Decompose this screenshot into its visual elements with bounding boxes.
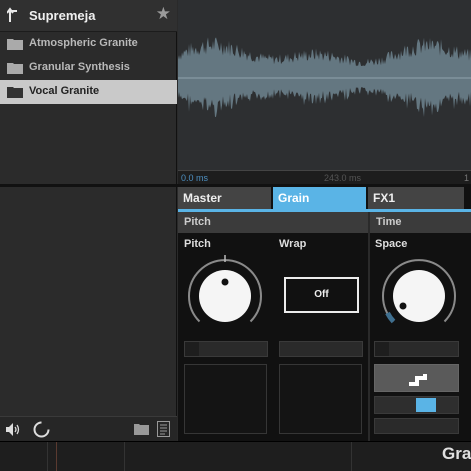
fx-slider[interactable]: [374, 396, 459, 414]
pitch-mod-slot-segment: [185, 342, 199, 356]
section-header-time: Time: [370, 212, 471, 233]
folder-item-label: Atmospheric Granite: [29, 37, 138, 49]
pitch-knob-label: Pitch: [184, 238, 211, 250]
folder-icon: [7, 39, 23, 50]
file-icon[interactable]: [157, 421, 170, 437]
wrap-mod-slot[interactable]: [279, 341, 363, 357]
bottom-title: Gra: [442, 444, 471, 463]
wrap-label: Wrap: [279, 238, 307, 250]
knob-graphic: [188, 255, 262, 323]
tab-fx1[interactable]: FX1: [368, 187, 464, 209]
waveform-display[interactable]: [178, 0, 471, 170]
tab-bar: Master Grain FX1: [178, 187, 471, 211]
time-start-label: 0.0 ms: [181, 173, 209, 183]
strip-divider: [124, 442, 125, 471]
waveform-shape: [178, 37, 471, 117]
folder-item-vocal-granite[interactable]: Vocal Granite: [0, 80, 177, 104]
fx-bottom-slot[interactable]: [374, 418, 459, 434]
space-mod-slot-segment: [375, 342, 389, 356]
wrap-pad[interactable]: [279, 364, 362, 434]
wrap-toggle-button[interactable]: Off: [284, 277, 359, 313]
strip-divider: [351, 442, 352, 471]
folder-icon: [7, 63, 23, 74]
pitch-knob[interactable]: [181, 252, 269, 340]
folder-item-atmospheric-granite[interactable]: Atmospheric Granite: [0, 32, 177, 56]
speaker-icon[interactable]: [6, 422, 22, 437]
time-mid-label: 243.0 ms: [324, 173, 362, 183]
fx-slider-thumb[interactable]: [416, 398, 436, 412]
folder-item-granular-synthesis[interactable]: Granular Synthesis: [0, 56, 177, 80]
folder-item-label: Granular Synthesis: [29, 61, 130, 73]
space-knob[interactable]: [375, 252, 463, 340]
preset-browser: Supremeja ★ Atmospheric Granite Granular…: [0, 0, 177, 441]
space-knob-label: Space: [375, 238, 408, 250]
fx-shape-button[interactable]: [374, 364, 459, 392]
tab-grain[interactable]: Grain: [273, 187, 366, 209]
browser-title: Supremeja: [29, 8, 96, 23]
strip-divider: [47, 442, 48, 471]
pitch-section: Pitch Pitch Wrap Off: [178, 212, 368, 441]
spinner-icon: [33, 421, 50, 438]
pitch-pad[interactable]: [184, 364, 267, 434]
folder-icon: [7, 87, 23, 98]
section-header-pitch: Pitch: [178, 212, 368, 233]
folder-icon[interactable]: [134, 423, 149, 435]
time-end-label: 1: [463, 173, 469, 183]
waveform-graphic: [178, 37, 471, 117]
bottom-strip: Gra: [0, 441, 471, 471]
step-icon: [409, 374, 427, 386]
back-icon[interactable]: [7, 7, 19, 23]
browser-footer: [0, 416, 177, 441]
browser-header: Supremeja ★: [0, 0, 177, 32]
strip-divider: [56, 442, 57, 471]
star-icon[interactable]: ★: [156, 5, 171, 22]
timeline-ruler: 0.0 ms 243.0 ms 1: [178, 170, 471, 184]
tab-master[interactable]: Master: [178, 187, 271, 209]
folder-item-label: Vocal Granite: [29, 85, 100, 97]
knob-graphic: [382, 259, 456, 324]
